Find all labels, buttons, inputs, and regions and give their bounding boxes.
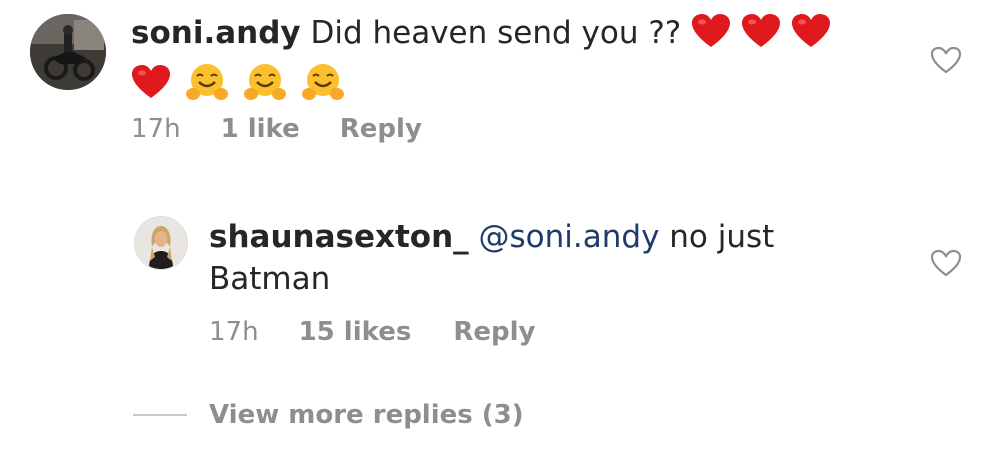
- comment-time: 17h: [131, 114, 181, 144]
- reply-button[interactable]: Reply: [453, 317, 535, 347]
- like-heart-icon[interactable]: [930, 249, 962, 277]
- reply-text-line2: Batman: [209, 261, 331, 297]
- comment-body: soni.andy Did heaven send you ??: [131, 12, 871, 113]
- reply-time: 17h: [209, 317, 259, 347]
- like-heart-icon[interactable]: [930, 46, 962, 74]
- reply-username[interactable]: shaunasexton_: [209, 219, 469, 255]
- comment-thread: soni.andy Did heaven send you ?? 17h 1 l…: [0, 0, 999, 466]
- reply-likes[interactable]: 15 likes: [299, 317, 412, 347]
- avatar-soni-andy[interactable]: [30, 14, 106, 90]
- comment-likes[interactable]: 1 like: [221, 114, 300, 144]
- red-heart-emoji: [741, 13, 781, 60]
- reply-mention[interactable]: @soni.andy: [479, 219, 660, 255]
- hugging-face-emoji: [243, 62, 287, 113]
- red-heart-emoji: [791, 13, 831, 60]
- hugging-face-emoji: [301, 62, 345, 113]
- avatar-shaunasexton[interactable]: [134, 216, 188, 270]
- red-heart-emoji: [131, 64, 171, 111]
- divider-line: [133, 414, 187, 416]
- reply-text-line1: no just: [669, 219, 775, 255]
- comment-text: Did heaven send you ??: [310, 15, 682, 51]
- reply-button[interactable]: Reply: [340, 114, 422, 144]
- hugging-face-emoji: [185, 62, 229, 113]
- comment-username[interactable]: soni.andy: [131, 15, 301, 51]
- view-more-label[interactable]: View more replies (3): [209, 400, 524, 430]
- reply-meta: 17h 15 likes Reply: [209, 317, 535, 347]
- reply-body: shaunasexton_ @soni.andy no just Batman: [209, 216, 869, 300]
- red-heart-emoji: [691, 13, 731, 60]
- view-more-replies[interactable]: View more replies (3): [133, 400, 524, 430]
- comment-meta: 17h 1 like Reply: [131, 114, 422, 144]
